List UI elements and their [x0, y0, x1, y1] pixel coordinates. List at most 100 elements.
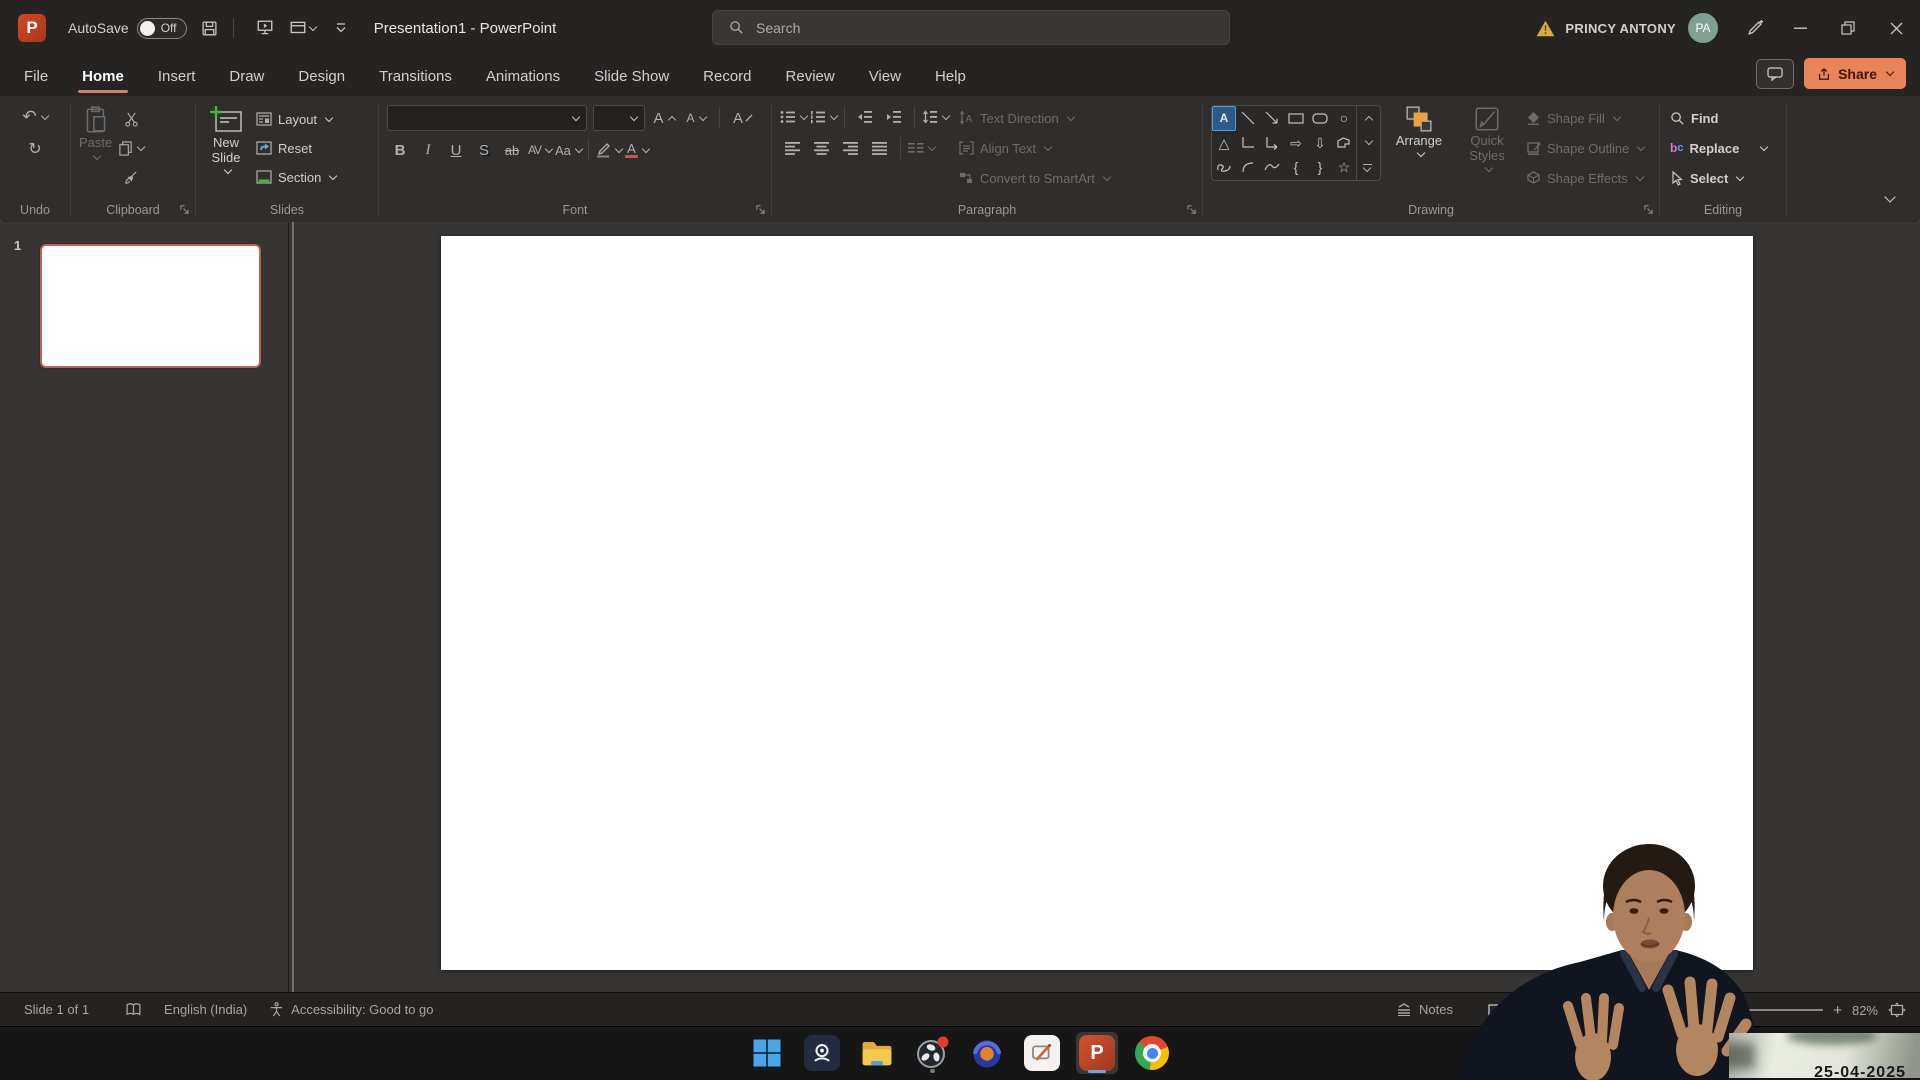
strikethrough-button[interactable]: ab [499, 138, 525, 162]
view-normal-button[interactable] [1488, 1004, 1502, 1016]
taskbar-powerpoint[interactable]: P [1076, 1032, 1118, 1074]
zoom-slider-thumb[interactable] [1734, 1003, 1740, 1016]
taskbar-chrome[interactable] [1131, 1032, 1173, 1074]
qat-customize-button[interactable] [326, 13, 356, 43]
shape-oval[interactable]: ○ [1332, 106, 1356, 131]
tab-transitions[interactable]: Transitions [377, 64, 454, 89]
increase-indent-button[interactable] [881, 105, 907, 129]
slide-canvas[interactable] [441, 236, 1753, 970]
shape-scribble[interactable] [1212, 155, 1236, 180]
notes-button[interactable]: Notes [1396, 1002, 1453, 1017]
arrange-button[interactable]: Arrange [1390, 105, 1448, 191]
taskbar-file-explorer[interactable] [856, 1032, 898, 1074]
gallery-scroll-down[interactable] [1357, 131, 1377, 156]
avatar[interactable]: PA [1688, 13, 1718, 43]
shape-textbox[interactable]: A [1212, 106, 1236, 131]
spellcheck-button[interactable] [125, 1002, 142, 1017]
convert-to-smartart-button[interactable]: Convert to SmartArt [959, 165, 1110, 191]
minimize-button[interactable] [1776, 0, 1824, 56]
shrink-font-button[interactable]: A [683, 106, 709, 130]
tab-review[interactable]: Review [784, 64, 837, 89]
taskbar-audio-app[interactable] [966, 1032, 1008, 1074]
shape-arrow-down[interactable]: ⇩ [1308, 131, 1332, 156]
slide-indicator[interactable]: Slide 1 of 1 [24, 1002, 89, 1017]
shape-rectangle[interactable] [1284, 106, 1308, 131]
highlight-button[interactable] [595, 138, 622, 162]
tab-slide-show[interactable]: Slide Show [592, 64, 671, 89]
taskbar-camera-app[interactable] [801, 1032, 843, 1074]
shape-fill-button[interactable]: Shape Fill [1526, 105, 1644, 131]
shape-rounded-rectangle[interactable] [1308, 106, 1332, 131]
tab-insert[interactable]: Insert [156, 64, 198, 89]
fit-slide-icon[interactable] [1888, 1002, 1906, 1018]
justify-button[interactable] [867, 136, 893, 160]
replace-button[interactable]: bc Replace [1670, 135, 1786, 161]
start-slideshow-button[interactable] [250, 13, 280, 43]
reset-button[interactable]: Reset [256, 135, 336, 161]
copy-button[interactable] [118, 136, 144, 160]
align-center-button[interactable] [809, 136, 835, 160]
clipboard-dialog-launcher[interactable] [179, 204, 190, 215]
tab-file[interactable]: File [22, 64, 50, 89]
tab-record[interactable]: Record [701, 64, 753, 89]
format-painter-button[interactable] [118, 165, 144, 189]
character-spacing-button[interactable]: AV [527, 138, 553, 162]
search-input[interactable]: Search [712, 10, 1230, 45]
text-direction-button[interactable]: A Text Direction [959, 105, 1110, 131]
tab-view[interactable]: View [867, 64, 903, 89]
save-button[interactable] [195, 13, 225, 43]
shape-curve[interactable] [1260, 155, 1284, 180]
gallery-more-button[interactable] [1357, 155, 1377, 180]
taskbar-obs[interactable] [911, 1032, 953, 1074]
shape-elbow-arrow-connector[interactable] [1260, 131, 1284, 156]
user-name[interactable]: PRINCY ANTONY [1565, 21, 1676, 36]
cut-button[interactable] [118, 107, 144, 131]
panel-splitter[interactable] [292, 222, 294, 992]
window-switch-button[interactable] [288, 13, 318, 43]
bold-button[interactable]: B [387, 138, 413, 162]
numbering-button[interactable] [810, 105, 837, 129]
language-button[interactable]: English (India) [164, 1002, 247, 1017]
line-spacing-button[interactable] [922, 105, 949, 129]
gallery-scroll-up[interactable] [1357, 106, 1377, 131]
accessibility-button[interactable]: Accessibility: Good to go [269, 1002, 433, 1017]
shape-freeform[interactable] [1332, 131, 1356, 156]
redo-button[interactable]: ↻ [22, 137, 48, 161]
quick-styles-button[interactable]: Quick Styles [1457, 105, 1517, 191]
close-button[interactable] [1872, 0, 1920, 56]
tab-design[interactable]: Design [296, 64, 347, 89]
bullets-button[interactable] [780, 105, 807, 129]
comments-button[interactable] [1756, 59, 1794, 89]
clear-formatting-button[interactable]: A [730, 106, 756, 130]
underline-button[interactable]: U [443, 138, 469, 162]
find-button[interactable]: Find [1670, 105, 1786, 131]
section-button[interactable]: Section [256, 164, 336, 190]
shape-arc[interactable] [1236, 155, 1260, 180]
decrease-indent-button[interactable] [852, 105, 878, 129]
shape-star[interactable]: ☆ [1332, 155, 1356, 180]
tab-home[interactable]: Home [80, 64, 126, 89]
zoom-in-button[interactable]: + [1833, 1002, 1842, 1019]
undo-button[interactable]: ↶ [22, 105, 48, 129]
autosave-toggle[interactable]: Off [137, 18, 187, 39]
shape-arrow[interactable] [1260, 106, 1284, 131]
start-button[interactable] [746, 1032, 788, 1074]
autosave-control[interactable]: AutoSave Off [68, 18, 187, 39]
text-shadow-button[interactable]: S [471, 138, 497, 162]
taskbar-whiteboard-app[interactable] [1021, 1032, 1063, 1074]
drawing-dialog-launcher[interactable] [1643, 204, 1654, 215]
shape-right-brace[interactable]: } [1308, 155, 1332, 180]
tab-help[interactable]: Help [933, 64, 968, 89]
font-color-button[interactable]: A [624, 138, 650, 162]
select-button[interactable]: Select [1670, 165, 1786, 191]
change-case-button[interactable]: Aa [555, 138, 582, 162]
editing-mode-button[interactable] [1732, 0, 1776, 56]
new-slide-button[interactable]: New Slide [206, 105, 246, 190]
shape-triangle[interactable]: △ [1212, 131, 1236, 156]
font-size-combo[interactable] [593, 105, 645, 131]
paragraph-dialog-launcher[interactable] [1186, 204, 1197, 215]
shape-outline-button[interactable]: Shape Outline [1526, 135, 1644, 161]
align-left-button[interactable] [780, 136, 806, 160]
tab-animations[interactable]: Animations [484, 64, 562, 89]
columns-button[interactable] [908, 136, 935, 160]
